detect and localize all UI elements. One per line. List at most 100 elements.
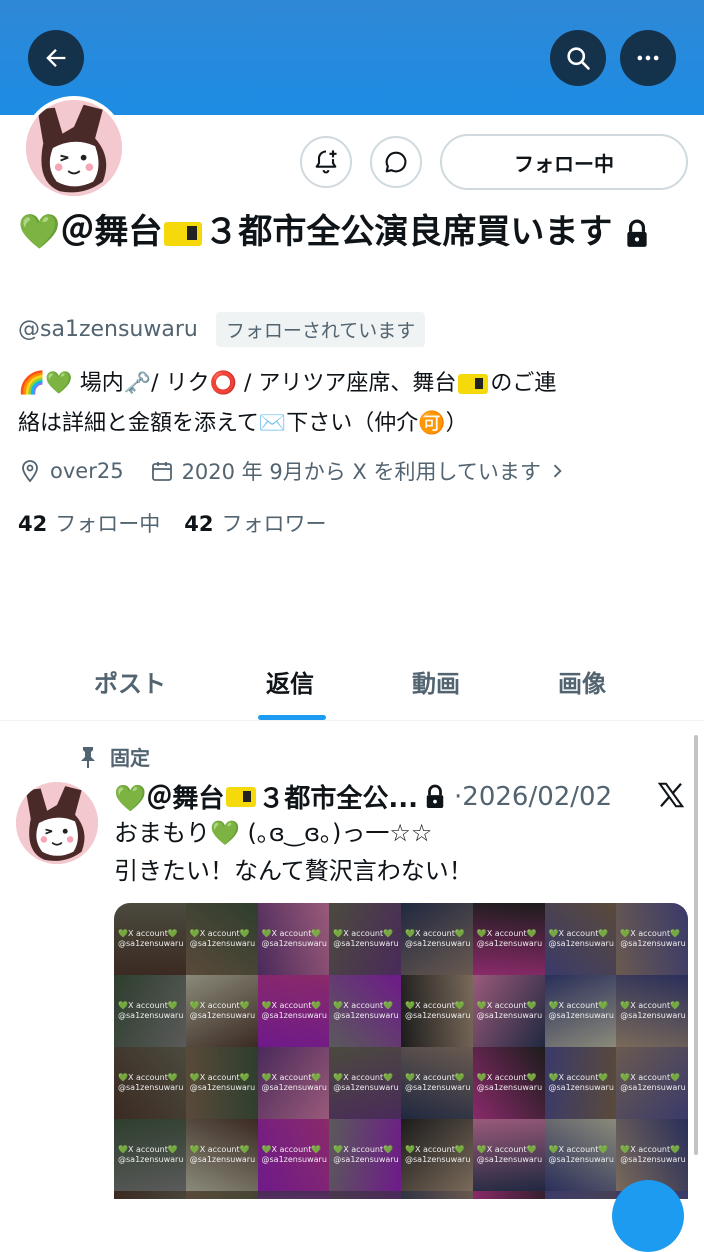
profile-name: 💚＠舞台 ３都市全公演良席買います: [18, 208, 678, 256]
profile-tabs: ポスト 返信 動画 画像: [0, 650, 704, 721]
watermark-line-2: @sa1zensuwaru: [118, 1011, 184, 1020]
bio-line2: 絡は詳細と金額を添えて✉️下さい（仲介🉑）: [18, 411, 468, 436]
watermark: 💚X account💚 @sa1zensuwaru: [262, 929, 327, 949]
media-tile: 💚X account💚@sa1zensuwaru: [185, 903, 258, 975]
tab-replies[interactable]: 返信: [266, 664, 314, 699]
watermark: 💚X account💚 @sa1zensuwaru: [190, 1145, 255, 1165]
media-tile: 💚X account💚@sa1zensuwaru: [329, 1047, 401, 1119]
media-tile: 💚X account💚@sa1zensuwaru: [401, 903, 473, 975]
watermark: 💚X account💚 @sa1zensuwaru: [190, 929, 255, 949]
watermark-line-2: @sa1zensuwaru: [118, 939, 184, 948]
watermark: 💚X account💚 @sa1zensuwaru: [262, 1073, 327, 1093]
watermark: 💚X account💚 @sa1zensuwaru: [620, 929, 685, 949]
avatar-bunny-image: [26, 100, 122, 196]
watermark: 💚X account💚 @sa1zensuwaru: [477, 929, 542, 949]
watermark-line-2: @sa1zensuwaru: [476, 939, 543, 948]
watermark-line-1: 💚X account💚: [620, 1001, 681, 1010]
media-tile: 💚X account💚@sa1zensuwaru: [544, 1047, 617, 1119]
following-link[interactable]: 42 フォロー中: [18, 508, 160, 538]
search-button[interactable]: [550, 30, 606, 86]
post-author-prefix[interactable]: 💚＠舞台: [114, 778, 224, 815]
watermark-line-2: @sa1zensuwaru: [118, 1155, 184, 1164]
post-date[interactable]: ·2026/02/02: [454, 782, 612, 812]
avatar-bunny-image: [16, 782, 98, 864]
chevron-right-icon[interactable]: [547, 461, 567, 481]
watermark: 💚X account💚 @sa1zensuwaru: [118, 1073, 183, 1093]
watermark-line-2: @sa1zensuwaru: [620, 1155, 686, 1164]
joined-text[interactable]: 2020 年 9月から X を利用しています: [182, 456, 541, 486]
compose-button[interactable]: [612, 1180, 684, 1252]
watermark-line-1: 💚X account💚: [405, 1001, 465, 1010]
arrow-left-icon: [46, 49, 66, 67]
notifications-button[interactable]: [300, 136, 352, 188]
watermark: 💚X account💚 @sa1zensuwaru: [405, 929, 470, 949]
watermark-line-2: @sa1zensuwaru: [620, 1083, 686, 1092]
ticket-icon: [458, 374, 489, 394]
ticket-icon: [226, 786, 257, 807]
scrollbar[interactable]: [694, 735, 698, 1155]
media-tile: 💚X account💚@sa1zensuwaru: [401, 975, 473, 1047]
media-tile: 💚X account💚@sa1zensuwaru: [616, 975, 688, 1047]
post-text: おまもり💚 (｡ɞ‿ɞ｡)っ一☆☆ 引きたい！なんて贅沢言わない！: [114, 814, 674, 890]
watermark-line-2: @sa1zensuwaru: [405, 1083, 471, 1092]
media-tile: 💚X account💚@sa1zensuwaru: [114, 975, 186, 1047]
media-tile: 💚X account💚@sa1zensuwaru: [544, 1191, 617, 1199]
message-button[interactable]: [370, 136, 422, 188]
media-tile: 💚X account💚@sa1zensuwaru: [544, 975, 617, 1047]
watermark-line-2: @sa1zensuwaru: [333, 939, 399, 948]
media-tile: 💚X account💚@sa1zensuwaru: [257, 903, 330, 975]
following-button[interactable]: フォロー中: [440, 134, 688, 190]
tab-images[interactable]: 画像: [558, 664, 606, 699]
profile-avatar[interactable]: [22, 96, 126, 200]
watermark-line-1: 💚X account💚: [476, 1073, 537, 1082]
followers-link[interactable]: 42 フォロワー: [184, 508, 326, 538]
watermark-line-1: 💚X account💚: [548, 1001, 609, 1010]
watermark: 💚X account💚 @sa1zensuwaru: [333, 1145, 398, 1165]
calendar-icon: [151, 462, 172, 481]
tab-videos[interactable]: 動画: [412, 664, 460, 699]
watermark-line-1: 💚X account💚: [620, 929, 681, 938]
media-tile: 💚X account💚@sa1zensuwaru: [114, 1047, 186, 1119]
profile-meta: over25 2020 年 9月から X を利用しています: [18, 456, 575, 486]
post-author-suffix[interactable]: ３都市全公...: [258, 778, 418, 815]
watermark-line-2: @sa1zensuwaru: [476, 1011, 543, 1020]
watermark-line-2: @sa1zensuwaru: [548, 939, 614, 948]
watermark-line-2: @sa1zensuwaru: [261, 1155, 327, 1164]
x-logo-icon: [657, 782, 685, 808]
watermark-line-1: 💚X account💚: [548, 1073, 609, 1082]
watermark-line-1: 💚X account💚: [405, 1145, 465, 1154]
watermark-line-2: @sa1zensuwaru: [548, 1083, 614, 1092]
watermark-line-2: @sa1zensuwaru: [189, 1155, 256, 1164]
media-tile: 💚X account💚@sa1zensuwaru: [185, 975, 258, 1047]
watermark-line-1: 💚X account💚: [333, 1001, 394, 1010]
back-button[interactable]: [28, 30, 84, 86]
watermark-line-1: 💚X account💚: [476, 929, 537, 938]
media-tile: 💚X account💚@sa1zensuwaru: [544, 903, 617, 975]
watermark: 💚X account💚 @sa1zensuwaru: [118, 929, 183, 949]
watermark-line-2: @sa1zensuwaru: [333, 1083, 399, 1092]
watermark: 💚X account💚 @sa1zensuwaru: [333, 1001, 398, 1021]
post-media-grid[interactable]: 💚X account💚 @sa1zensuwaru 💚X account💚 @sa1z…: [114, 903, 688, 1199]
watermark-line-2: @sa1zensuwaru: [548, 1011, 614, 1020]
lock-icon: [627, 219, 647, 247]
media-tile: 💚X account💚@sa1zensuwaru: [472, 1191, 545, 1199]
media-tile: 💚X account💚@sa1zensuwaru: [185, 1119, 258, 1191]
location-icon: [22, 460, 38, 483]
active-tab-indicator: [258, 715, 326, 720]
tab-posts[interactable]: ポスト: [94, 664, 166, 699]
watermark: 💚X account💚 @sa1zensuwaru: [190, 1073, 255, 1093]
watermark-line-2: @sa1zensuwaru: [189, 1083, 256, 1092]
watermark-line-1: 💚X account💚: [620, 1145, 681, 1154]
watermark: 💚X account💚 @sa1zensuwaru: [549, 929, 614, 949]
lock-icon: [426, 784, 444, 808]
more-button[interactable]: [620, 30, 676, 86]
post-avatar[interactable]: [16, 782, 98, 864]
media-tile: 💚X account💚@sa1zensuwaru: [472, 1119, 545, 1191]
media-tile: 💚X account💚@sa1zensuwaru: [114, 1191, 186, 1199]
media-tile: 💚X account💚@sa1zensuwaru: [472, 1047, 545, 1119]
watermark-line-2: @sa1zensuwaru: [620, 939, 686, 948]
watermark-line-1: 💚X account💚: [476, 1145, 537, 1154]
watermark: 💚X account💚 @sa1zensuwaru: [477, 1001, 542, 1021]
pin-icon: [81, 746, 95, 768]
following-label: フォロー中: [55, 512, 161, 536]
